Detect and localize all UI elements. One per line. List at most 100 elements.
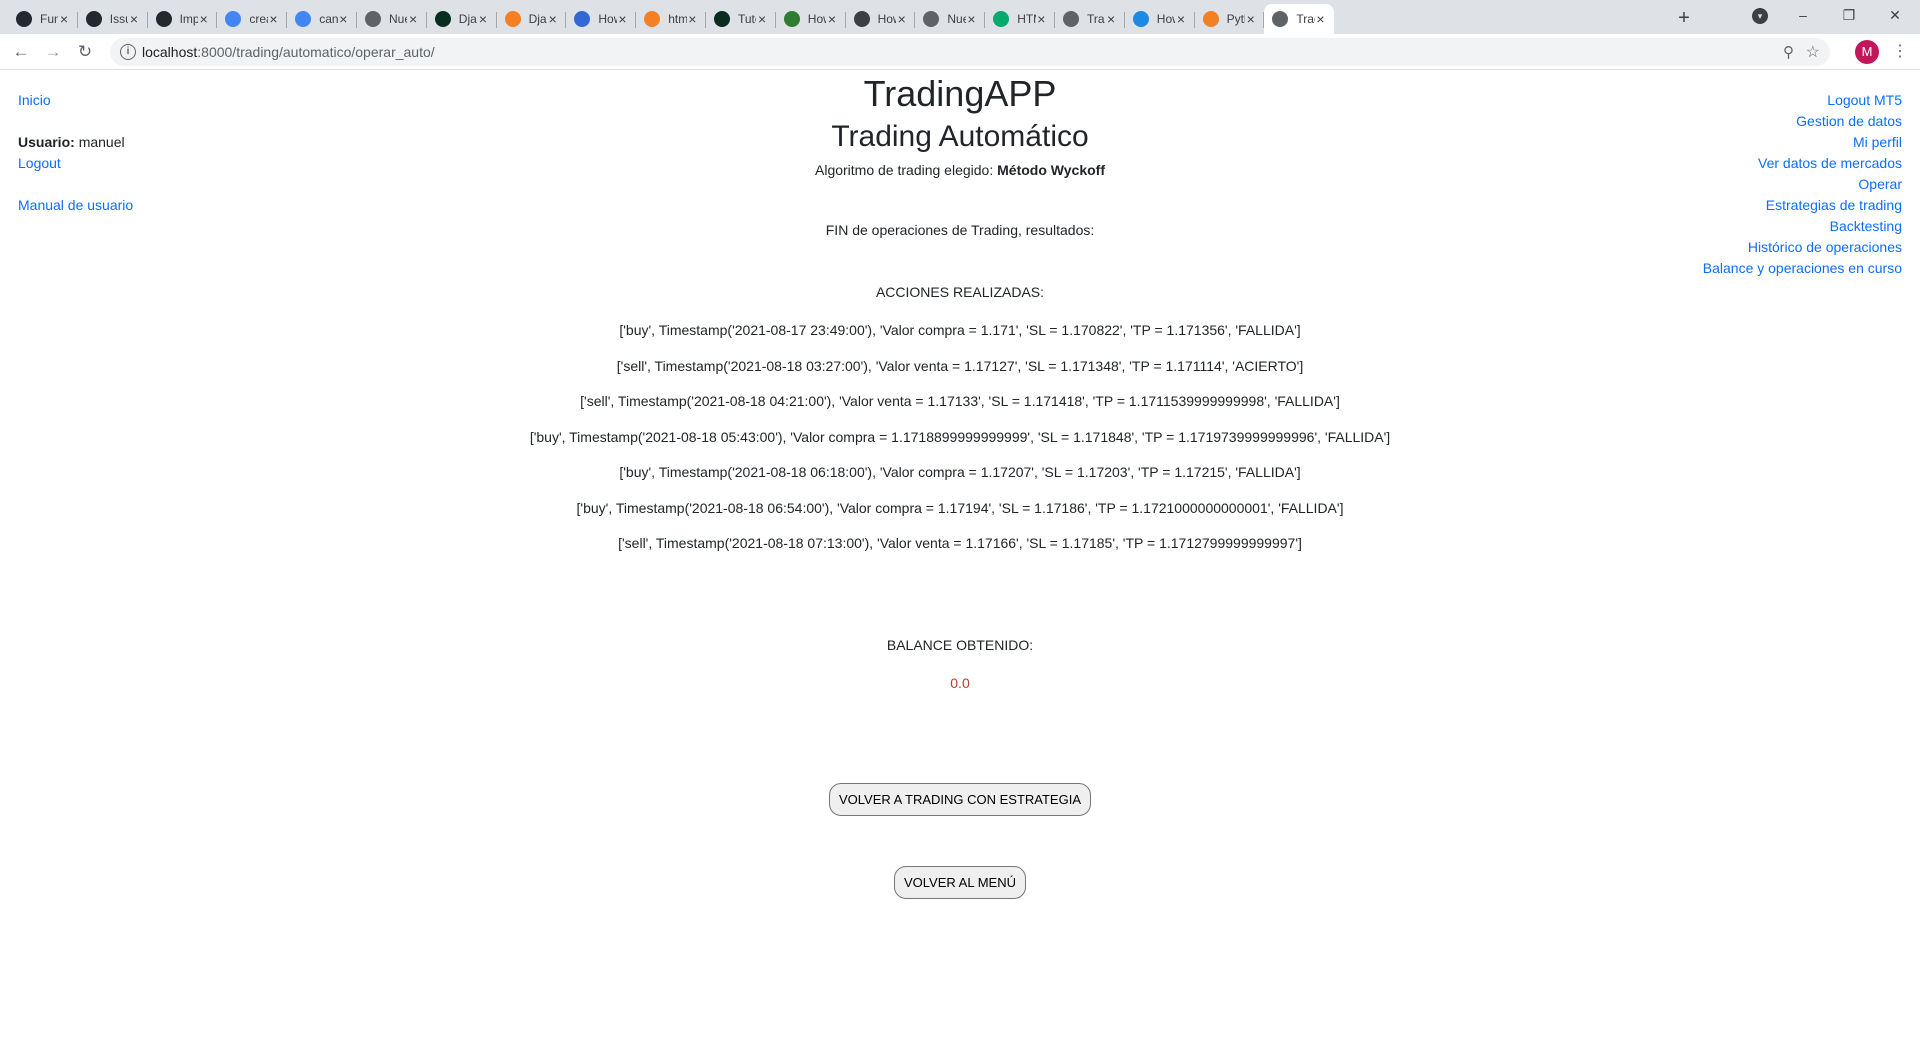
browser-tab[interactable]: How×: [566, 4, 637, 34]
right-nav-link[interactable]: Histórico de operaciones: [1703, 237, 1902, 258]
browser-tab[interactable]: How×: [776, 4, 846, 34]
profile-avatar[interactable]: M: [1855, 40, 1879, 64]
logout-link[interactable]: Logout: [18, 155, 61, 171]
browser-tab[interactable]: canr×: [287, 4, 357, 34]
wikihow-icon: [783, 11, 800, 27]
browser-tab[interactable]: How×: [846, 4, 916, 34]
globe-icon: [1272, 11, 1289, 27]
close-tab-icon[interactable]: ×: [1175, 11, 1186, 27]
close-tab-icon[interactable]: ×: [547, 11, 558, 27]
tab-title: Trad: [1087, 12, 1105, 26]
action-item: ['sell', Timestamp('2021-08-18 03:27:00'…: [616, 357, 1304, 374]
browser-tab[interactable]: Trad×: [1055, 4, 1125, 34]
google-icon: [225, 11, 242, 27]
user-name: manuel: [78, 134, 125, 150]
close-tab-icon[interactable]: ×: [1245, 11, 1256, 27]
close-tab-icon[interactable]: ×: [1105, 11, 1116, 27]
site-info-icon[interactable]: i: [120, 44, 136, 60]
address-bar[interactable]: i localhost:8000/trading/automatico/oper…: [110, 38, 1830, 66]
back-to-menu-button[interactable]: VOLVER AL MENÚ: [894, 865, 1026, 899]
bookmark-star-icon[interactable]: ☆: [1806, 42, 1820, 62]
right-nav-link[interactable]: Estrategias de trading: [1703, 195, 1902, 216]
close-tab-icon[interactable]: ×: [1315, 11, 1326, 27]
github-icon: [85, 11, 102, 27]
browser-tab[interactable]: Pyth×: [1195, 4, 1265, 34]
browser-toolbar: ← → ↻ i localhost:8000/trading/automatic…: [0, 34, 1920, 70]
browser-tab[interactable]: HTM×: [985, 4, 1055, 34]
right-nav-link[interactable]: Mi perfil: [1703, 132, 1902, 153]
close-tab-icon[interactable]: ×: [198, 11, 209, 27]
tab-title: crea: [249, 12, 267, 26]
browser-tab-strip: Func×Issu×Impl×crea×canr×Nue×Djar×Djar×H…: [0, 0, 1920, 34]
tab-title: canr: [319, 12, 338, 26]
right-nav-link[interactable]: Operar: [1703, 174, 1902, 195]
main-content: TradingAPP Trading Automático Algoritmo …: [0, 70, 1920, 899]
browser-tab[interactable]: How×: [1125, 4, 1195, 34]
browser-tab[interactable]: crea×: [217, 4, 288, 34]
close-tab-icon[interactable]: ×: [407, 11, 418, 27]
back-to-strategy-trading-button[interactable]: VOLVER A TRADING CON ESTRATEGIA: [829, 782, 1091, 816]
minimize-icon[interactable]: –: [1780, 0, 1826, 34]
algorithm-name: Método Wyckoff: [997, 162, 1105, 178]
close-window-icon[interactable]: ✕: [1872, 0, 1918, 34]
right-nav-link[interactable]: Logout MT5: [1703, 90, 1902, 111]
actions-heading: ACCIONES REALIZADAS:: [875, 284, 1045, 300]
tab-title: How: [807, 12, 826, 26]
reload-icon[interactable]: ↻: [73, 40, 97, 64]
close-tab-icon[interactable]: ×: [617, 11, 628, 27]
url-text[interactable]: localhost:8000/trading/automatico/operar…: [142, 44, 435, 60]
stackoverflow-icon: [504, 11, 521, 27]
page-content: TradingAPP Trading Automático Algoritmo …: [0, 70, 1920, 1040]
close-tab-icon[interactable]: ×: [896, 11, 907, 27]
zoom-icon[interactable]: ⚲: [1783, 43, 1794, 61]
browser-menu-icon[interactable]: ⋮: [1892, 40, 1908, 64]
right-nav-link[interactable]: Gestion de datos: [1703, 111, 1902, 132]
tab-search-icon[interactable]: ▾: [1752, 8, 1768, 24]
close-tab-icon[interactable]: ×: [338, 11, 349, 27]
close-tab-icon[interactable]: ×: [756, 11, 767, 27]
browser-tab[interactable]: Djar×: [427, 4, 497, 34]
browser-tab[interactable]: Issu×: [78, 4, 148, 34]
stackoverflow-icon: [644, 11, 661, 27]
close-tab-icon[interactable]: ×: [128, 11, 139, 27]
forward-icon[interactable]: →: [41, 40, 65, 64]
tab-title: Tuto: [738, 12, 756, 26]
results-heading: FIN de operaciones de Trading, resultado…: [825, 222, 1095, 238]
inicio-link[interactable]: Inicio: [18, 92, 51, 108]
browser-tab[interactable]: Tuto×: [706, 4, 776, 34]
tab-title: Trad: [1296, 12, 1314, 26]
browser-tab[interactable]: Nue×: [357, 4, 427, 34]
tab-title: Nue: [389, 12, 407, 26]
user-info: Usuario: manuel: [18, 132, 133, 153]
restore-icon[interactable]: ❐: [1826, 0, 1872, 34]
browser-tab[interactable]: Djar×: [497, 4, 567, 34]
close-tab-icon[interactable]: ×: [58, 11, 69, 27]
action-item: ['buy', Timestamp('2021-08-18 06:18:00')…: [619, 464, 1301, 480]
tab-title: Pyth: [1226, 12, 1245, 26]
close-tab-icon[interactable]: ×: [966, 11, 977, 27]
close-tab-icon[interactable]: ×: [268, 11, 279, 27]
user-manual-link[interactable]: Manual de usuario: [18, 195, 133, 216]
browser-tab[interactable]: Trad×: [1264, 4, 1335, 34]
action-item: ['sell', Timestamp('2021-08-18 07:13:00'…: [618, 535, 1302, 551]
browser-tab[interactable]: htm ×: [636, 4, 706, 34]
close-tab-icon[interactable]: ×: [1036, 11, 1047, 27]
right-nav-link[interactable]: Backtesting: [1703, 216, 1902, 237]
tab-title: Djar: [528, 12, 547, 26]
chrome-icon: [923, 11, 940, 27]
browser-tab[interactable]: Impl×: [148, 4, 218, 34]
tab-title: htm: [668, 12, 687, 26]
left-nav: Inicio Usuario: manuel Logout Manual de …: [18, 90, 133, 216]
back-icon[interactable]: ←: [9, 40, 33, 64]
browser-tab[interactable]: Nue×: [915, 4, 986, 34]
close-tab-icon[interactable]: ×: [477, 11, 488, 27]
w3schools-icon: [993, 11, 1010, 27]
new-tab-button[interactable]: +: [1670, 4, 1698, 32]
browser-tab[interactable]: Func×: [8, 4, 78, 34]
close-tab-icon[interactable]: ×: [687, 11, 698, 27]
right-nav-link[interactable]: Ver datos de mercados: [1703, 153, 1902, 174]
globe-icon: [1063, 11, 1079, 27]
right-nav-link[interactable]: Balance y operaciones en curso: [1703, 258, 1902, 279]
tab-title: How: [1156, 12, 1175, 26]
close-tab-icon[interactable]: ×: [826, 11, 837, 27]
